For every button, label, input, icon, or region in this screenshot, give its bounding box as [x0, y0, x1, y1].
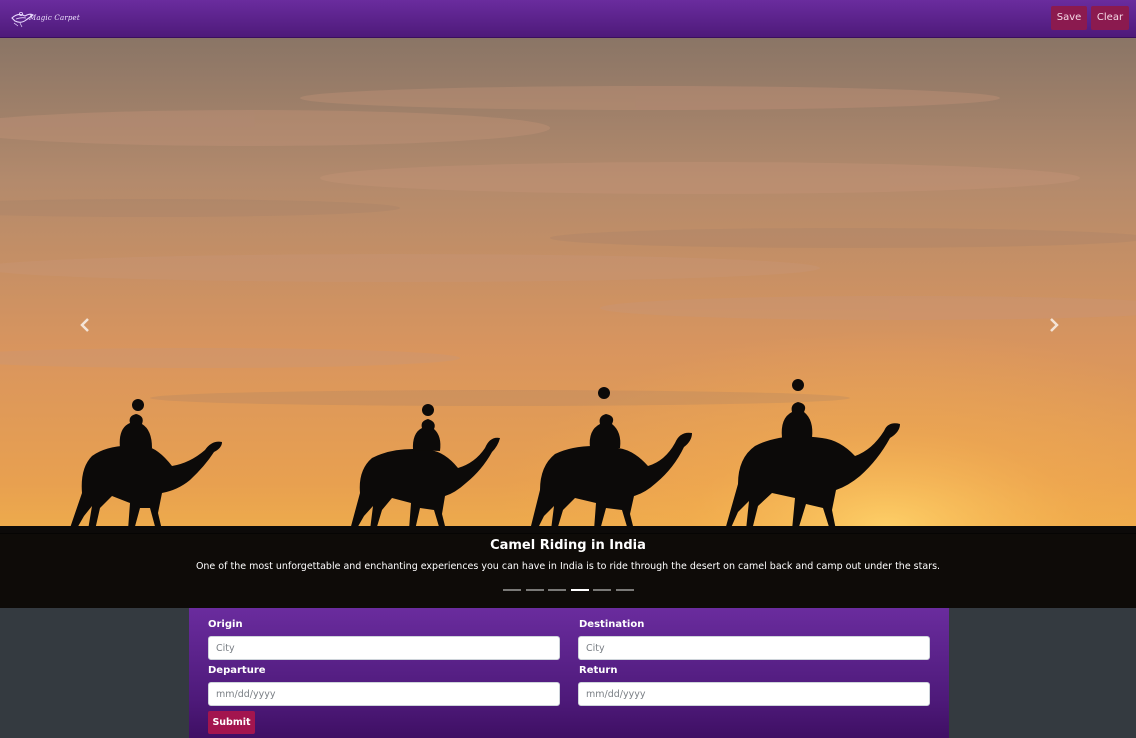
departure-label: Departure — [208, 665, 266, 676]
navbar: Magic Carpet Save Clear — [0, 0, 1136, 38]
carousel-indicator[interactable] — [526, 589, 544, 591]
brand-logo[interactable]: Magic Carpet — [10, 6, 80, 32]
destination-input[interactable] — [578, 636, 930, 660]
chevron-left-icon — [80, 318, 89, 332]
carousel-prev-button[interactable] — [75, 310, 95, 340]
slide-description: One of the most unforgettable and enchan… — [195, 561, 941, 572]
chevron-right-icon — [1050, 318, 1059, 332]
destination-label: Destination — [579, 619, 645, 630]
origin-label: Origin — [208, 619, 243, 630]
carousel-indicator[interactable] — [548, 589, 566, 591]
submit-button[interactable]: Submit — [208, 711, 255, 734]
return-date-input[interactable] — [578, 682, 930, 706]
trip-search-form: Origin Destination Departure Return Subm… — [189, 608, 949, 738]
carousel-next-button[interactable] — [1044, 310, 1064, 340]
clear-button[interactable]: Clear — [1091, 6, 1129, 30]
carousel-indicator[interactable] — [503, 589, 521, 591]
slide-title: Camel Riding in India — [490, 538, 646, 553]
carousel-indicators — [503, 589, 635, 593]
carousel-indicator[interactable] — [593, 589, 611, 591]
save-button[interactable]: Save — [1051, 6, 1087, 30]
brand-name: Magic Carpet — [29, 14, 80, 22]
departure-date-input[interactable] — [208, 682, 560, 706]
carousel-indicator[interactable] — [616, 589, 634, 591]
return-label: Return — [579, 665, 618, 676]
hero-carousel: Camel Riding in India One of the most un… — [0, 38, 1136, 608]
carousel-indicator[interactable] — [571, 589, 589, 591]
origin-input[interactable] — [208, 636, 560, 660]
slide-image — [0, 38, 1136, 608]
